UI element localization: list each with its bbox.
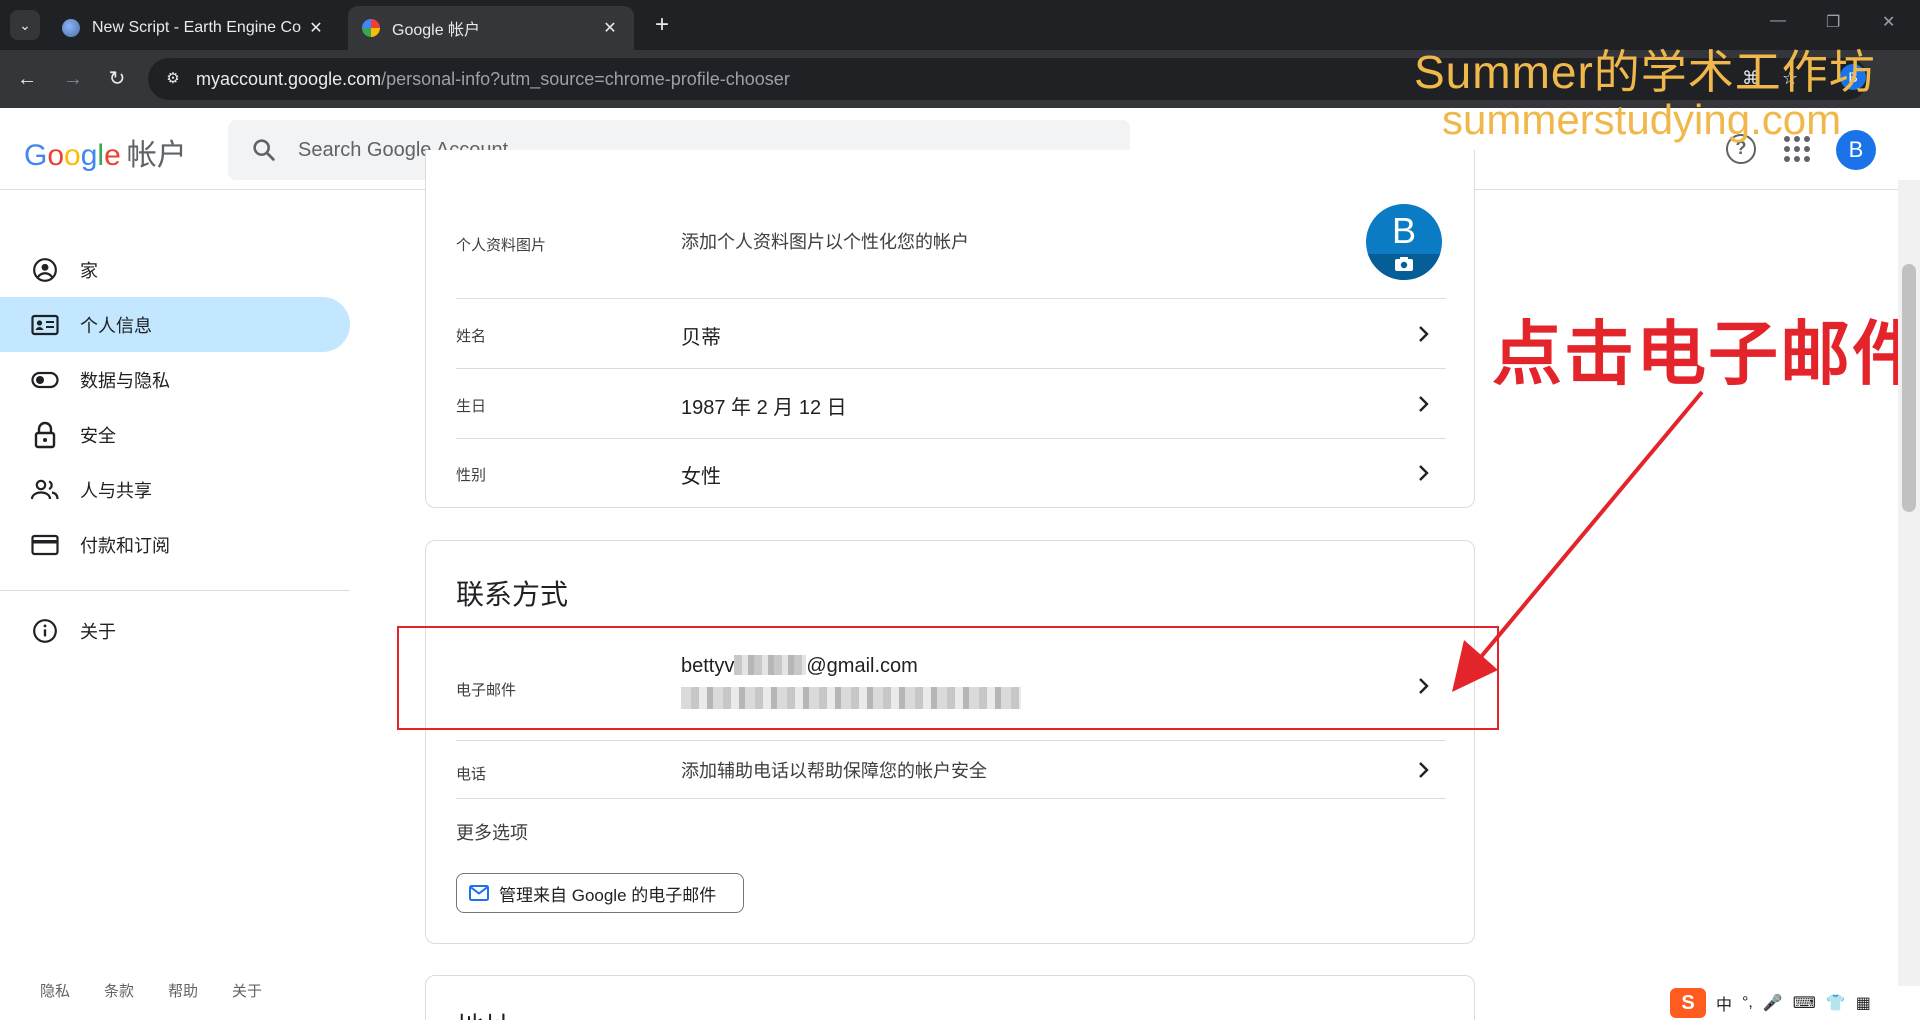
- row-label: 性别: [456, 467, 487, 484]
- google-account-logo[interactable]: Google 帐户: [24, 130, 187, 174]
- id-card-icon: [30, 310, 60, 340]
- tab-search-button[interactable]: ⌄: [10, 10, 40, 40]
- sidebar-item-label: 家: [80, 260, 98, 281]
- restore-icon[interactable]: ❐: [1826, 12, 1840, 32]
- row-label: 电话: [456, 766, 487, 783]
- sidebar-item-label: 关于: [80, 621, 116, 642]
- tab-earth-engine[interactable]: New Script - Earth Engine Co ✕: [48, 6, 340, 50]
- profile-photo[interactable]: B: [1366, 204, 1442, 280]
- microphone-icon[interactable]: 🎤: [1763, 993, 1783, 1013]
- row-value: 女性: [681, 466, 721, 488]
- url-text[interactable]: myaccount.google.com/personal-info?utm_s…: [196, 69, 790, 90]
- chevron-right-icon: [1419, 762, 1429, 778]
- keyboard-icon[interactable]: ⌨: [1793, 993, 1816, 1013]
- chevron-right-icon: [1419, 465, 1429, 481]
- sidebar-item-security[interactable]: 安全: [0, 407, 350, 462]
- watermark-url: summerstudying.com: [1442, 96, 1842, 143]
- manage-google-emails-button[interactable]: 管理来自 Google 的电子邮件: [456, 873, 744, 913]
- skin-icon[interactable]: 👕: [1826, 993, 1846, 1013]
- search-icon: [253, 139, 275, 161]
- more-options-label: 更多选项: [456, 823, 528, 843]
- lock-icon: [30, 420, 60, 450]
- name-row[interactable]: 姓名 贝蒂: [456, 299, 1446, 369]
- close-tab-icon[interactable]: ✕: [306, 18, 326, 38]
- footer-link-privacy[interactable]: 隐私: [40, 980, 70, 1001]
- tab-title: New Script - Earth Engine Co: [92, 19, 301, 36]
- sidebar-divider: [0, 590, 350, 591]
- contact-section-title: 联系方式: [456, 579, 569, 610]
- phone-row[interactable]: 电话 添加辅助电话以帮助保障您的帐户安全: [456, 741, 1446, 799]
- close-window-icon[interactable]: ✕: [1882, 12, 1895, 32]
- sidebar-item-about[interactable]: 关于: [0, 603, 350, 658]
- back-icon[interactable]: ←: [14, 66, 40, 92]
- footer-link-terms[interactable]: 条款: [104, 980, 134, 1001]
- scrollbar-thumb[interactable]: [1902, 264, 1916, 512]
- ime-punctuation-toggle[interactable]: °,: [1742, 994, 1753, 1012]
- sidebar-item-home[interactable]: 家: [0, 242, 350, 297]
- row-label: 个人资料图片: [456, 237, 547, 254]
- footer-link-about[interactable]: 关于: [232, 980, 262, 1001]
- account-avatar[interactable]: B: [1836, 130, 1876, 170]
- sidebar-item-people-sharing[interactable]: 人与共享: [0, 462, 350, 517]
- row-value: 添加个人资料图片以个性化您的帐户: [681, 232, 969, 252]
- sidebar-item-personal-info[interactable]: 个人信息: [0, 297, 350, 352]
- close-tab-icon[interactable]: ✕: [600, 18, 620, 38]
- site-info-icon[interactable]: ⚙: [162, 68, 184, 90]
- sidebar-nav: 家 个人信息 数据与隐私 安全 人与共享 付款和订阅 关于: [0, 242, 350, 658]
- forward-icon[interactable]: →: [60, 66, 86, 92]
- footer-links: 隐私 条款 帮助 关于: [40, 980, 262, 1001]
- ime-toolbar: S 中 °, 🎤 ⌨ 👕 ▦: [1668, 986, 1920, 1020]
- people-icon: [30, 475, 60, 505]
- email-highlight-box: [397, 626, 1499, 730]
- page-scrollbar[interactable]: [1898, 180, 1920, 1020]
- reload-icon[interactable]: ↻: [104, 66, 130, 92]
- row-label: 生日: [456, 398, 487, 415]
- row-value: 贝蒂: [681, 327, 721, 349]
- manage-button-label: 管理来自 Google 的电子邮件: [499, 885, 717, 905]
- gender-row[interactable]: 性别 女性: [456, 439, 1446, 507]
- sidebar-item-label: 付款和订阅: [80, 535, 170, 556]
- sidebar-item-label: 安全: [80, 425, 116, 446]
- new-tab-button[interactable]: +: [648, 12, 676, 40]
- toggle-icon: [30, 365, 60, 395]
- earth-engine-favicon-icon: [62, 19, 80, 37]
- sidebar-item-label: 个人信息: [80, 315, 152, 336]
- row-value: 1987 年 2 月 12 日: [681, 397, 847, 419]
- toolbox-icon[interactable]: ▦: [1856, 993, 1871, 1013]
- row-value: 添加辅助电话以帮助保障您的帐户安全: [681, 761, 987, 781]
- tab-title: Google 帐户: [392, 22, 481, 39]
- mail-icon: [469, 885, 489, 901]
- ime-mode-toggle[interactable]: 中: [1716, 991, 1732, 1015]
- address-card: 地址: [425, 975, 1475, 1020]
- minimize-icon[interactable]: —: [1770, 12, 1786, 30]
- chevron-right-icon: [1419, 396, 1429, 412]
- annotation-arrow-icon: [1452, 390, 1704, 692]
- account-circle-icon: [30, 255, 60, 285]
- sogou-logo-icon[interactable]: S: [1670, 988, 1706, 1018]
- sidebar-item-data-privacy[interactable]: 数据与隐私: [0, 352, 350, 407]
- sidebar-item-label: 数据与隐私: [80, 370, 170, 391]
- profile-photo-row[interactable]: 个人资料图片 添加个人资料图片以个性化您的帐户 B: [456, 150, 1446, 299]
- sidebar-item-payments[interactable]: 付款和订阅: [0, 517, 350, 572]
- footer-link-help[interactable]: 帮助: [168, 980, 198, 1001]
- watermark-title: Summer的学术工作坊: [1414, 46, 1876, 98]
- contact-info-card: 联系方式 电子邮件 bettyv @gmail.com 电话 添加辅助电话以帮助保…: [425, 540, 1475, 944]
- birthday-row[interactable]: 生日 1987 年 2 月 12 日: [456, 369, 1446, 439]
- credit-card-icon: [30, 530, 60, 560]
- row-label: 姓名: [456, 328, 487, 345]
- basic-info-card: 个人资料图片 添加个人资料图片以个性化您的帐户 B 姓名 贝蒂 生日 1987 …: [425, 150, 1475, 508]
- sidebar-item-label: 人与共享: [80, 480, 152, 501]
- info-icon: [30, 616, 60, 646]
- tab-google-account[interactable]: Google 帐户 ✕: [348, 6, 634, 50]
- chevron-right-icon: [1419, 326, 1429, 342]
- address-section-title: 地址: [456, 1006, 512, 1020]
- google-favicon-icon: [362, 19, 380, 37]
- camera-icon: [1395, 257, 1413, 271]
